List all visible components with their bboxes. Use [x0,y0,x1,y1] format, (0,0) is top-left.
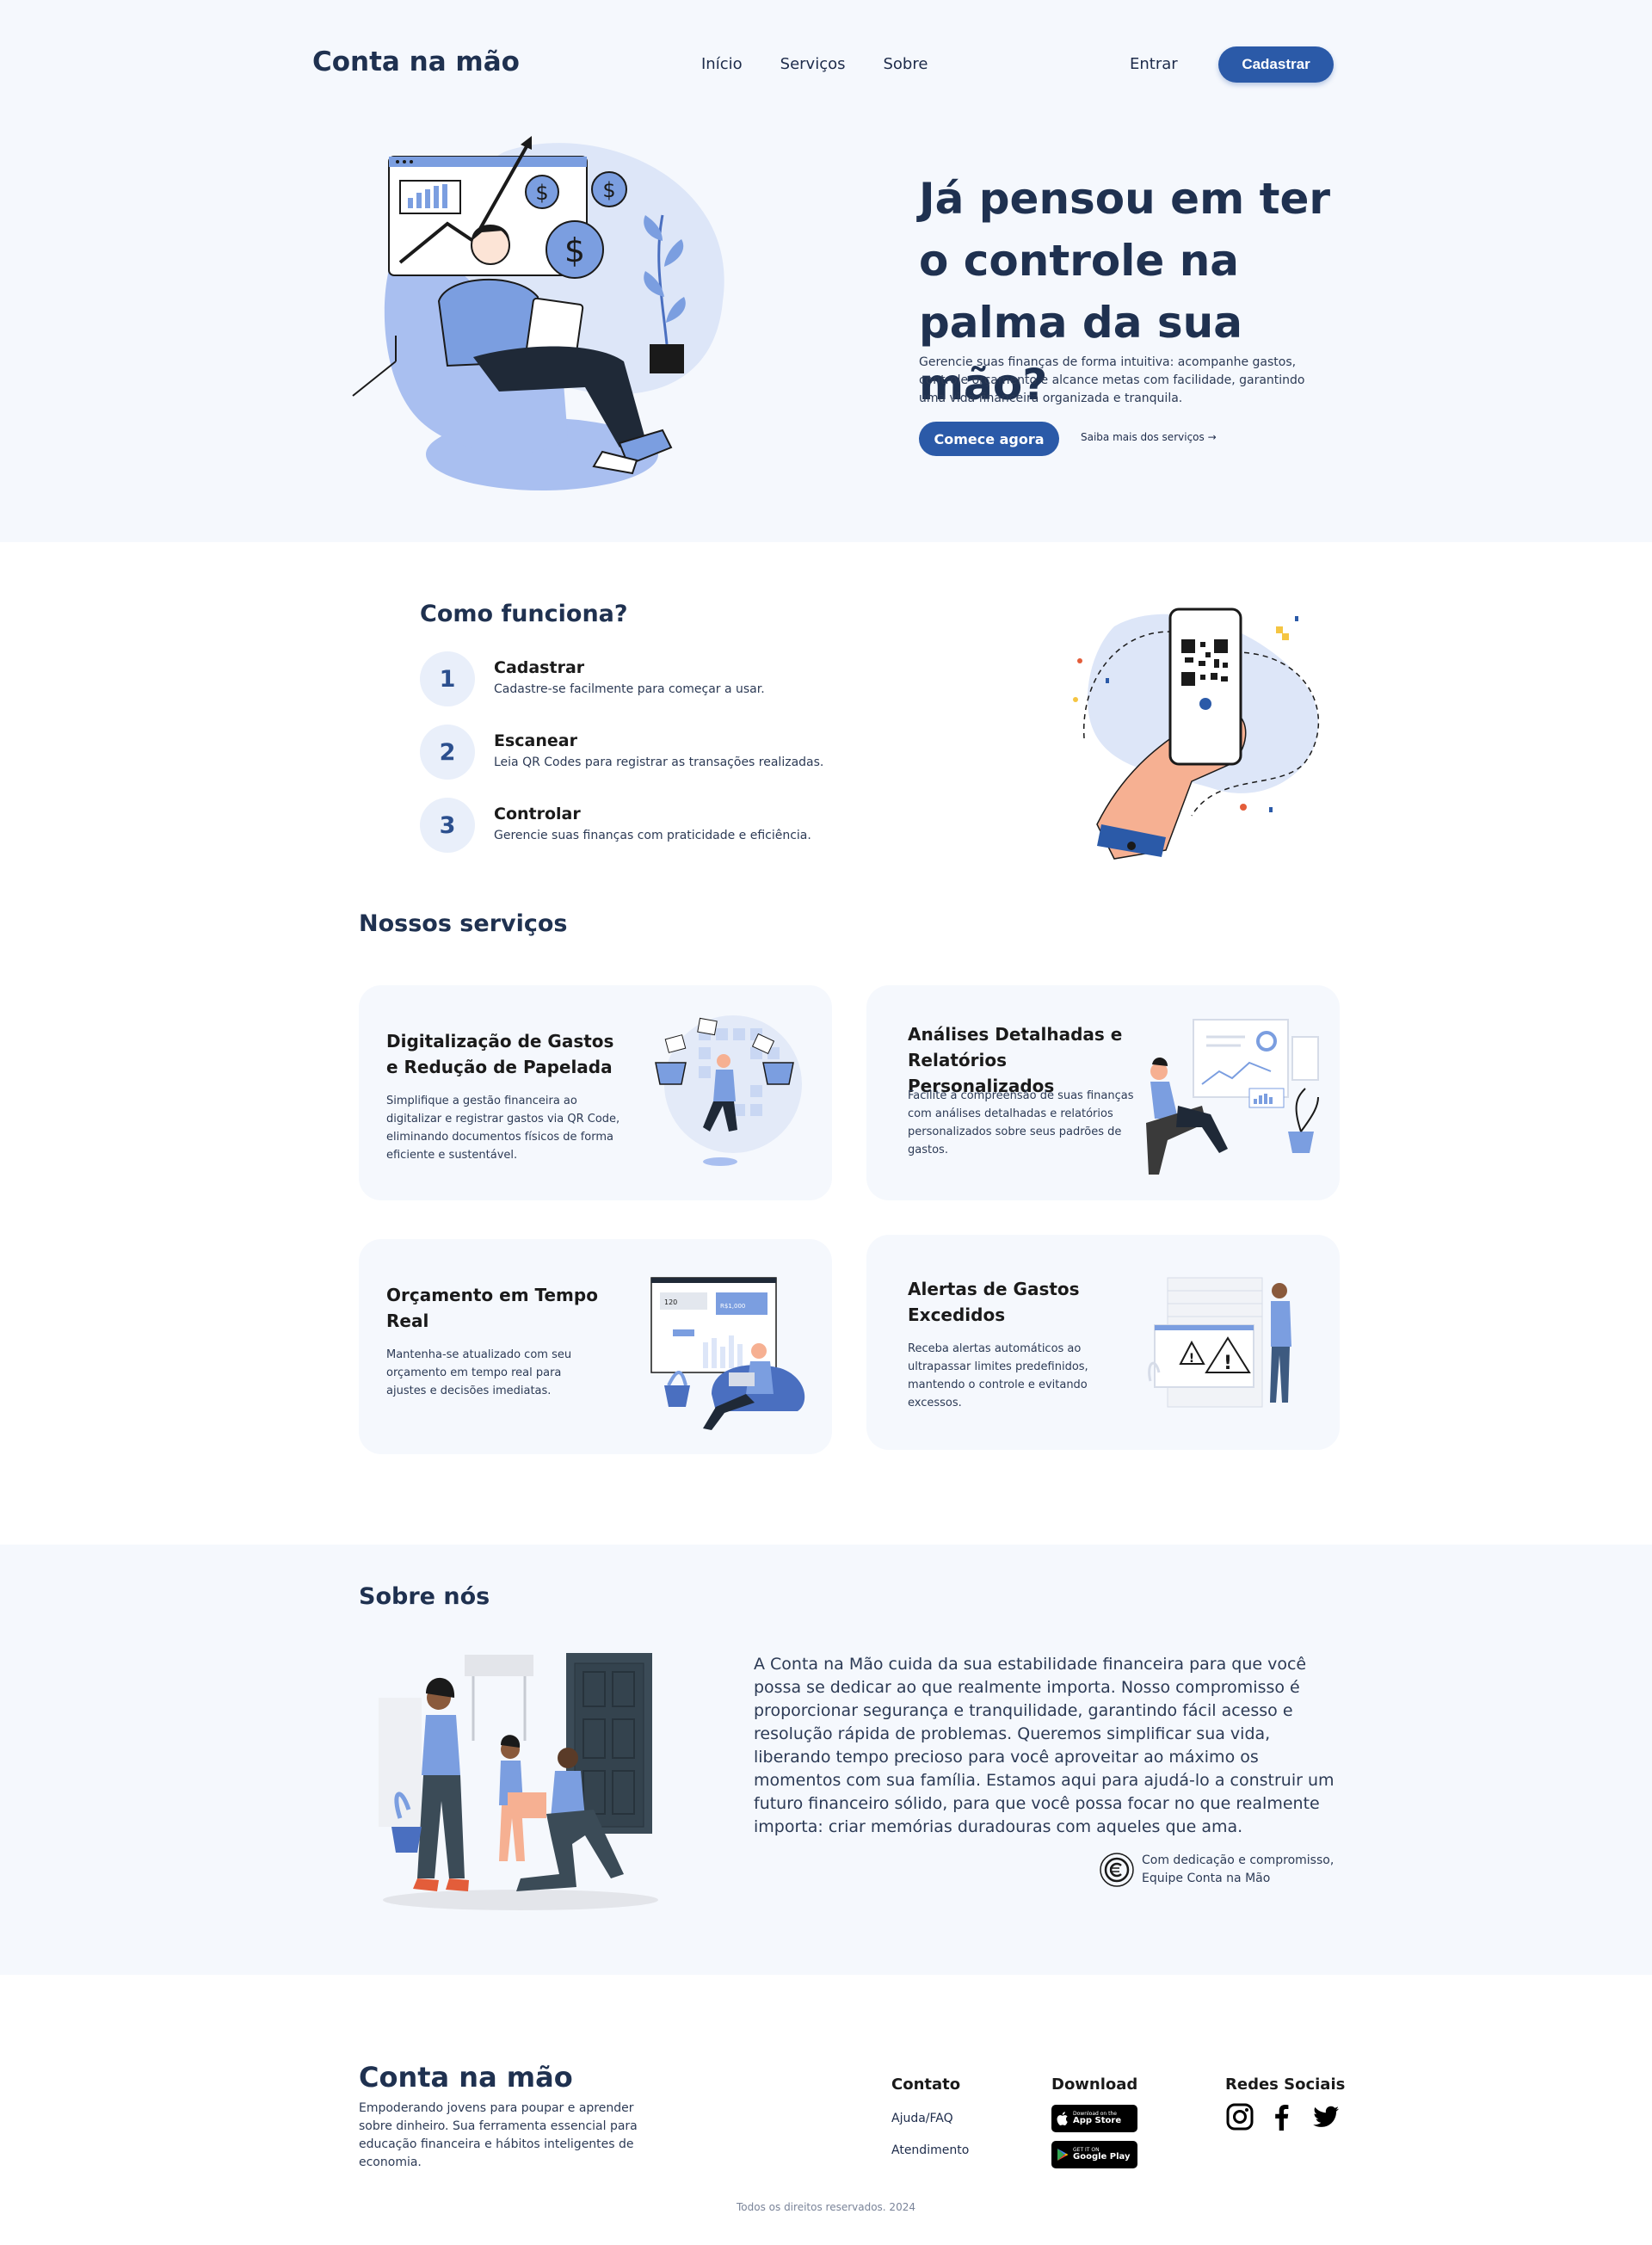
facebook-icon[interactable] [1267,2102,1297,2131]
google-play-label: Google Play [1073,2152,1131,2162]
step-description: Cadastre-se facilmente para começar a us… [494,682,765,696]
step-title: Controlar [494,805,581,823]
service-card-title: Alertas de Gastos Excedidos [908,1279,1080,1325]
coin-seal-icon [1100,1853,1134,1887]
brand-logo[interactable]: Conta na mão [312,46,520,77]
service-card-alerts[interactable]: Alertas de Gastos Excedidos Receba alert… [866,1235,1340,1450]
hero-description: Gerencie suas finanças de forma intuitiv… [919,355,1305,405]
footer-tagline: Empoderando jovens para poupar e aprende… [359,2101,638,2169]
copyright: Todos os direitos reservados. 2024 [737,2201,915,2213]
service-card-analytics[interactable]: Análises Detalhadas e Relatórios Persona… [866,985,1340,1200]
signature: Com dedicação e compromisso, Equipe Cont… [1099,1850,1340,1891]
svg-text:$: $ [535,181,548,205]
services-title: Nossos serviços [359,910,568,937]
service-card-description: Mantenha-se atualizado com seu orçamento… [386,1348,572,1397]
main-nav: Início Serviços Sobre [701,55,928,73]
service-card-description: Simplifique a gestão financeira ao digit… [386,1095,620,1162]
learn-more-link[interactable]: Saiba mais dos serviços → [1081,431,1217,443]
budget-value: 120 [664,1298,677,1306]
google-play-icon [1057,2149,1069,2161]
footer-contact-title: Contato [891,2075,961,2094]
realtime-budget-illustration: 120 R$1,000 [650,1277,805,1430]
step-title: Cadastrar [494,658,585,677]
step-number: 3 [420,798,475,853]
signature-team: Equipe Conta na Mão [1142,1872,1271,1885]
budget-value: R$1,000 [720,1303,745,1310]
about-text: A Conta na Mão cuida da sua estabilidade… [754,1655,1335,1836]
google-play-button[interactable]: GET IT ON Google Play [1051,2141,1137,2168]
about-section: Sobre nós A Conta na Mão cuida da sua es… [0,1545,1652,1975]
analytics-report-illustration [1146,1019,1319,1175]
step-description: Gerencie suas finanças com praticidade e… [494,829,811,842]
service-card-budget[interactable]: Orçamento em Tempo Real Mantenha-se atua… [359,1239,832,1454]
service-card-title: Orçamento em Tempo Real [386,1285,598,1331]
start-now-button[interactable]: Comece agora [919,422,1059,456]
footer-link-help[interactable]: Ajuda/FAQ [891,2112,953,2125]
service-card-digitalization[interactable]: Digitalização de Gastos e Redução de Pap… [359,985,832,1200]
qr-scan-illustration [1073,608,1320,860]
hero-section: Conta na mão Início Serviços Sobre Entra… [0,0,1652,542]
footer-social-title: Redes Sociais [1225,2075,1346,2094]
twitter-icon[interactable] [1311,2102,1341,2131]
footer-link-support[interactable]: Atendimento [891,2143,969,2157]
apple-icon [1057,2112,1068,2125]
app-store-button[interactable]: Download on the App Store [1051,2105,1137,2132]
instagram-icon[interactable] [1225,2102,1254,2131]
step-item: 3 Controlar Gerencie suas finanças com p… [420,798,867,854]
nav-item-inicio[interactable]: Início [701,55,743,73]
step-title: Escanear [494,731,577,750]
step-item: 2 Escanear Leia QR Codes para registrar … [420,725,867,781]
nav-item-servicos[interactable]: Serviços [780,55,846,73]
service-card-description: Facilite a compreensão de suas finanças … [908,1089,1134,1156]
about-title: Sobre nós [359,1583,490,1610]
hero-illustration: $ $ $ [352,136,724,490]
nav-item-sobre[interactable]: Sobre [883,55,928,73]
signup-button[interactable]: Cadastrar [1218,46,1334,83]
login-link[interactable]: Entrar [1130,55,1178,73]
step-number: 2 [420,725,475,780]
footer-download-title: Download [1051,2075,1138,2094]
step-number: 1 [420,651,475,706]
app-store-label: App Store [1073,2116,1122,2125]
paper-digitalization-illustration [655,1015,802,1166]
step-description: Leia QR Codes para registrar as transaçõ… [494,756,824,769]
how-it-works-title: Como funciona? [420,601,628,627]
family-illustration [379,1653,658,1910]
spending-alert-illustration: ! ! [1148,1277,1291,1408]
svg-text:$: $ [564,231,585,269]
step-item: 1 Cadastrar Cadastre-se facilmente para … [420,651,867,708]
svg-text:$: $ [602,178,615,202]
service-card-description: Receba alertas automáticos ao ultrapassa… [908,1342,1088,1409]
svg-text:!: ! [1189,1352,1194,1366]
footer-brand[interactable]: Conta na mão [359,2061,573,2094]
service-card-title: Digitalização de Gastos e Redução de Pap… [386,1031,614,1077]
svg-text:!: ! [1224,1353,1232,1374]
signature-line: Com dedicação e compromisso, [1142,1853,1335,1867]
